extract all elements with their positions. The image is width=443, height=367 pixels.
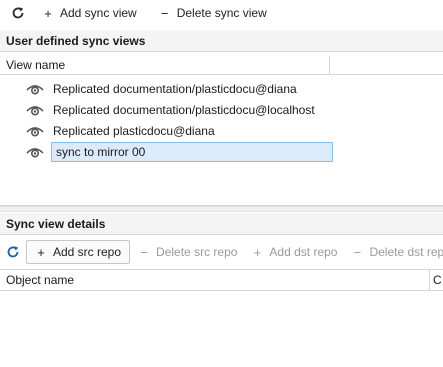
column-c-label: C [433, 273, 442, 287]
delete-dst-repo-button[interactable]: − Delete dst rep [347, 241, 443, 263]
sync-details-section-header: Sync view details [0, 213, 443, 235]
plus-icon: + [37, 244, 45, 260]
add-dst-repo-label: Add dst repo [269, 245, 338, 259]
minus-icon: − [353, 244, 362, 260]
delete-dst-repo-label: Delete dst rep [369, 245, 443, 259]
details-toolbar: + Add src repo − Delete src repo + Add d… [0, 239, 443, 265]
sync-view-item[interactable]: Replicated documentation/plasticdocu@dia… [26, 79, 299, 99]
panel-splitter[interactable] [0, 206, 443, 212]
sync-details-grid[interactable]: Object name C [0, 269, 443, 367]
column-view-name[interactable]: View name [0, 56, 330, 74]
sync-details-section-title: Sync view details [6, 216, 106, 231]
add-sync-view-label: Add sync view [60, 6, 137, 20]
delete-sync-view-label: Delete sync view [176, 6, 267, 20]
delete-src-repo-button[interactable]: − Delete src repo [134, 241, 241, 263]
details-refresh-button[interactable] [6, 241, 20, 263]
sync-view-item[interactable]: Replicated plasticdocu@diana [26, 121, 217, 141]
add-src-repo-button[interactable]: + Add src repo [26, 240, 131, 264]
refresh-icon [7, 246, 19, 258]
refresh-icon [12, 7, 24, 19]
eye-icon [26, 85, 44, 95]
delete-src-repo-label: Delete src repo [156, 245, 238, 259]
column-view-name-label: View name [6, 58, 66, 72]
eye-icon [26, 127, 44, 137]
sync-views-section-title: User defined sync views [6, 33, 146, 48]
eye-icon [26, 148, 44, 158]
refresh-button[interactable] [6, 2, 30, 24]
eye-icon [26, 106, 44, 116]
sync-views-section-header: User defined sync views [0, 30, 443, 52]
add-sync-view-button[interactable]: + Add sync view [38, 2, 141, 24]
sync-view-name-input[interactable]: sync to mirror 00 [51, 142, 333, 162]
minus-icon: − [140, 244, 148, 260]
column-c[interactable]: C [430, 270, 443, 290]
plus-icon: + [253, 244, 262, 260]
sync-view-item-editing[interactable]: sync to mirror 00 [26, 142, 333, 162]
sync-views-column-header: View name [0, 56, 443, 75]
sync-view-label: Replicated plasticdocu@diana [53, 124, 215, 138]
sync-view-label: Replicated documentation/plasticdocu@dia… [53, 82, 297, 96]
column-object-name-label: Object name [6, 273, 75, 287]
sync-view-label: Replicated documentation/plasticdocu@loc… [53, 103, 315, 117]
top-toolbar: + Add sync view − Delete sync view [0, 0, 443, 26]
add-dst-repo-button[interactable]: + Add dst repo [247, 241, 341, 263]
plus-icon: + [44, 5, 52, 21]
delete-sync-view-button[interactable]: − Delete sync view [155, 2, 271, 24]
minus-icon: − [160, 5, 169, 21]
sync-details-column-header: Object name C [0, 270, 443, 291]
sync-view-item[interactable]: Replicated documentation/plasticdocu@loc… [26, 100, 317, 120]
add-src-repo-label: Add src repo [53, 245, 122, 259]
column-object-name[interactable]: Object name [0, 270, 430, 290]
sync-views-list[interactable]: View name Replicated documentation/plast… [0, 56, 443, 206]
